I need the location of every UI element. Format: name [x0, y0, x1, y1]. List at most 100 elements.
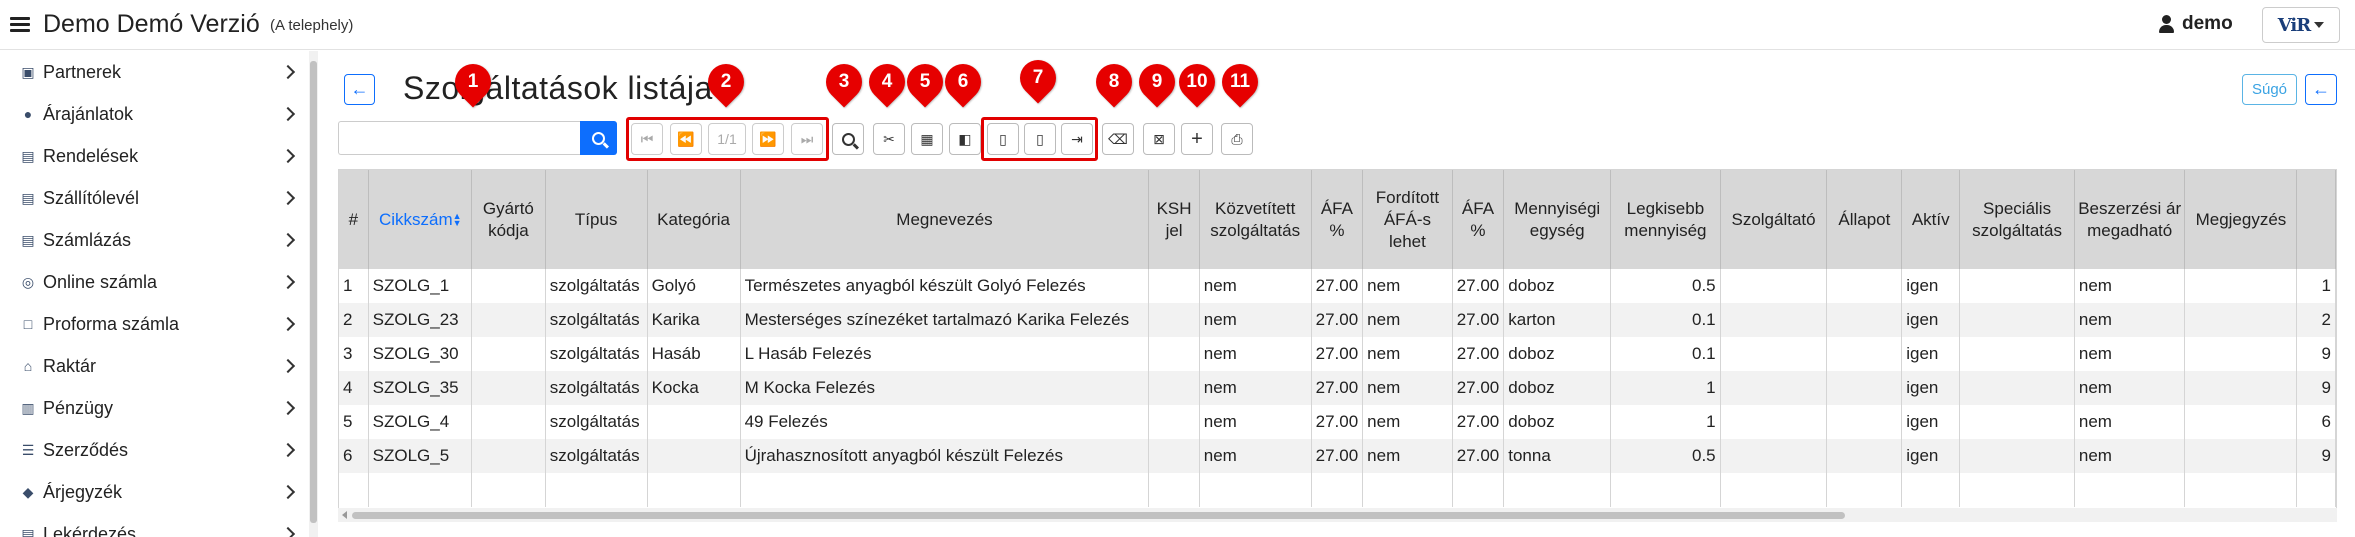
- column-header[interactable]: ÁFA %: [1452, 170, 1505, 269]
- table-cell: 27.00: [1311, 405, 1364, 439]
- table-cell: [2296, 473, 2336, 507]
- table-cell: 1: [339, 269, 369, 303]
- document-icon: ▤: [21, 525, 35, 537]
- logo-dropdown[interactable]: ViR: [2262, 7, 2340, 43]
- back-button-right[interactable]: ←: [2305, 74, 2337, 105]
- sidebar-item-raktar[interactable]: ⌂ Raktár: [0, 345, 305, 387]
- table-cell: nem: [2074, 269, 2186, 303]
- sidebar-item-lekerdezes[interactable]: ▤ Lekérdezés: [0, 513, 305, 537]
- table-cell: [471, 269, 546, 303]
- help-button[interactable]: Súgó: [2242, 74, 2297, 105]
- clear-button[interactable]: ⌫: [1102, 123, 1134, 155]
- column-header[interactable]: KSH jel: [1148, 170, 1200, 269]
- sidebar-item-szamlazas[interactable]: ▤ Számlázás: [0, 219, 305, 261]
- chevron-right-icon: [280, 106, 296, 122]
- chevron-right-icon: [280, 274, 296, 290]
- table-row[interactable]: 2 SZOLG_23 szolgáltatás Karika Mesterséges s…: [339, 303, 2336, 337]
- sidebar-item-arajanlatok[interactable]: ● Árajánlatok: [0, 93, 305, 135]
- marker-8: 8: [1088, 56, 1140, 108]
- sidebar-item-szallitolevel[interactable]: ▤ Szállítólevél: [0, 177, 305, 219]
- column-header[interactable]: Megjegyzés: [2184, 170, 2298, 269]
- column-header[interactable]: Közvetített szolgáltatás: [1199, 170, 1312, 269]
- table-row[interactable]: 6 SZOLG_5 szolgáltatás Újrahasznosított any…: [339, 439, 2336, 473]
- top-bar: Demo Demó Verzió (A telephely) demo ViR: [0, 0, 2355, 50]
- tools-button[interactable]: ✂: [873, 123, 905, 155]
- search-button[interactable]: [580, 121, 617, 155]
- table-row[interactable]: 1 SZOLG_1 szolgáltatás Golyó Természetes any…: [339, 269, 2336, 303]
- plus-icon: +: [1191, 127, 1203, 150]
- scroll-left-icon[interactable]: [342, 511, 347, 519]
- highlight-export: [981, 117, 1098, 161]
- table-cell: [1826, 473, 1903, 507]
- column-header[interactable]: Aktív: [1901, 170, 1961, 269]
- horizontal-scrollbar-thumb[interactable]: [352, 512, 1845, 519]
- column-header[interactable]: Beszerzési ár megadható: [2074, 170, 2186, 269]
- sidebar-item-partnerek[interactable]: ▣ Partnerek: [0, 51, 305, 93]
- layers-button[interactable]: ◧: [949, 123, 981, 155]
- table-cell: [1452, 473, 1505, 507]
- user-menu[interactable]: demo: [2158, 13, 2233, 35]
- search-input[interactable]: [338, 121, 580, 155]
- sidebar-item-label: Szállítólevél: [43, 187, 140, 208]
- search-toggle-button[interactable]: [832, 123, 864, 155]
- sidebar-item-penzugy[interactable]: ▥ Pénzügy: [0, 387, 305, 429]
- table-row[interactable]: 5 SZOLG_4 szolgáltatás 49 Felezés nem 27.00 ne…: [339, 405, 2336, 439]
- table-cell: doboz: [1503, 269, 1612, 303]
- column-header[interactable]: Speciális szolgáltatás: [1959, 170, 2075, 269]
- column-header[interactable]: Megnevezés: [740, 170, 1150, 269]
- column-header[interactable]: Legkisebb mennyiség: [1610, 170, 1721, 269]
- chevron-right-icon: [280, 190, 296, 206]
- horizontal-scrollbar[interactable]: [338, 508, 2337, 522]
- sidebar-scrollbar[interactable]: [309, 51, 318, 537]
- table-cell: [1826, 405, 1903, 439]
- sidebar-item-szerzodes[interactable]: ☰ Szerződés: [0, 429, 305, 471]
- table-cell: [1720, 473, 1828, 507]
- table-cell: nem: [2074, 337, 2186, 371]
- sidebar-item-label: Proforma számla: [43, 313, 180, 334]
- column-header[interactable]: [2296, 170, 2336, 269]
- table-row[interactable]: 3 SZOLG_30 szolgáltatás Hasáb L Hasáb Felezé…: [339, 337, 2336, 371]
- table-cell: [2184, 371, 2298, 405]
- table-cell: SZOLG_30: [368, 337, 473, 371]
- column-header[interactable]: Típus: [545, 170, 648, 269]
- column-header[interactable]: ÁFA %: [1311, 170, 1364, 269]
- table-cell: [2184, 269, 2298, 303]
- table-cell: 27.00: [1311, 337, 1364, 371]
- calculator-button[interactable]: ▦: [911, 123, 943, 155]
- sidebar-item-label: Raktár: [43, 355, 97, 376]
- sidebar-item-proforma-szamla[interactable]: □ Proforma számla: [0, 303, 305, 345]
- back-button[interactable]: ←: [344, 74, 375, 105]
- column-header[interactable]: Mennyiségi egység: [1503, 170, 1612, 269]
- close-button[interactable]: ⊠: [1143, 123, 1175, 155]
- document-icon: ▤: [21, 189, 35, 206]
- table-cell: Golyó: [647, 269, 741, 303]
- table-body: 1 SZOLG_1 szolgáltatás Golyó Természetes any…: [339, 269, 2336, 507]
- table-cell: [2184, 405, 2298, 439]
- sidebar-item-label: Online számla: [43, 271, 158, 292]
- table-row[interactable]: 4 SZOLG_35 szolgáltatás Kocka M Kocka Felezé…: [339, 371, 2336, 405]
- add-button[interactable]: +: [1181, 123, 1213, 155]
- table-cell: [1826, 439, 1903, 473]
- table-cell: nem: [2074, 405, 2186, 439]
- column-header[interactable]: #: [339, 170, 369, 269]
- sidebar-item-rendelesek[interactable]: ▤ Rendelések: [0, 135, 305, 177]
- marker-3: 3: [818, 56, 870, 108]
- column-header[interactable]: Állapot: [1826, 170, 1903, 269]
- sidebar-item-online-szamla[interactable]: ◎ Online számla: [0, 261, 305, 303]
- table-cell: [1959, 473, 2075, 507]
- print-button[interactable]: ⎙: [1221, 123, 1253, 155]
- sidebar-item-arjegyzek[interactable]: ◆ Árjegyzék: [0, 471, 305, 513]
- sidebar-scrollbar-thumb[interactable]: [310, 61, 317, 523]
- column-header[interactable]: Fordított ÁFÁ-s lehet: [1362, 170, 1453, 269]
- table-cell: nem: [2074, 371, 2186, 405]
- menu-icon[interactable]: [10, 14, 30, 34]
- table-cell: doboz: [1503, 405, 1612, 439]
- table-cell: 5: [339, 405, 369, 439]
- chevron-right-icon: [280, 148, 296, 164]
- column-header[interactable]: Gyártó kódja: [471, 170, 546, 269]
- document-icon: ▤: [21, 231, 35, 248]
- column-header[interactable]: Kategória: [647, 170, 741, 269]
- column-header-cikkszam[interactable]: Cikkszám▲ ▼: [368, 170, 473, 269]
- print-icon: ⎙: [1231, 130, 1243, 147]
- column-header[interactable]: Szolgáltató: [1720, 170, 1828, 269]
